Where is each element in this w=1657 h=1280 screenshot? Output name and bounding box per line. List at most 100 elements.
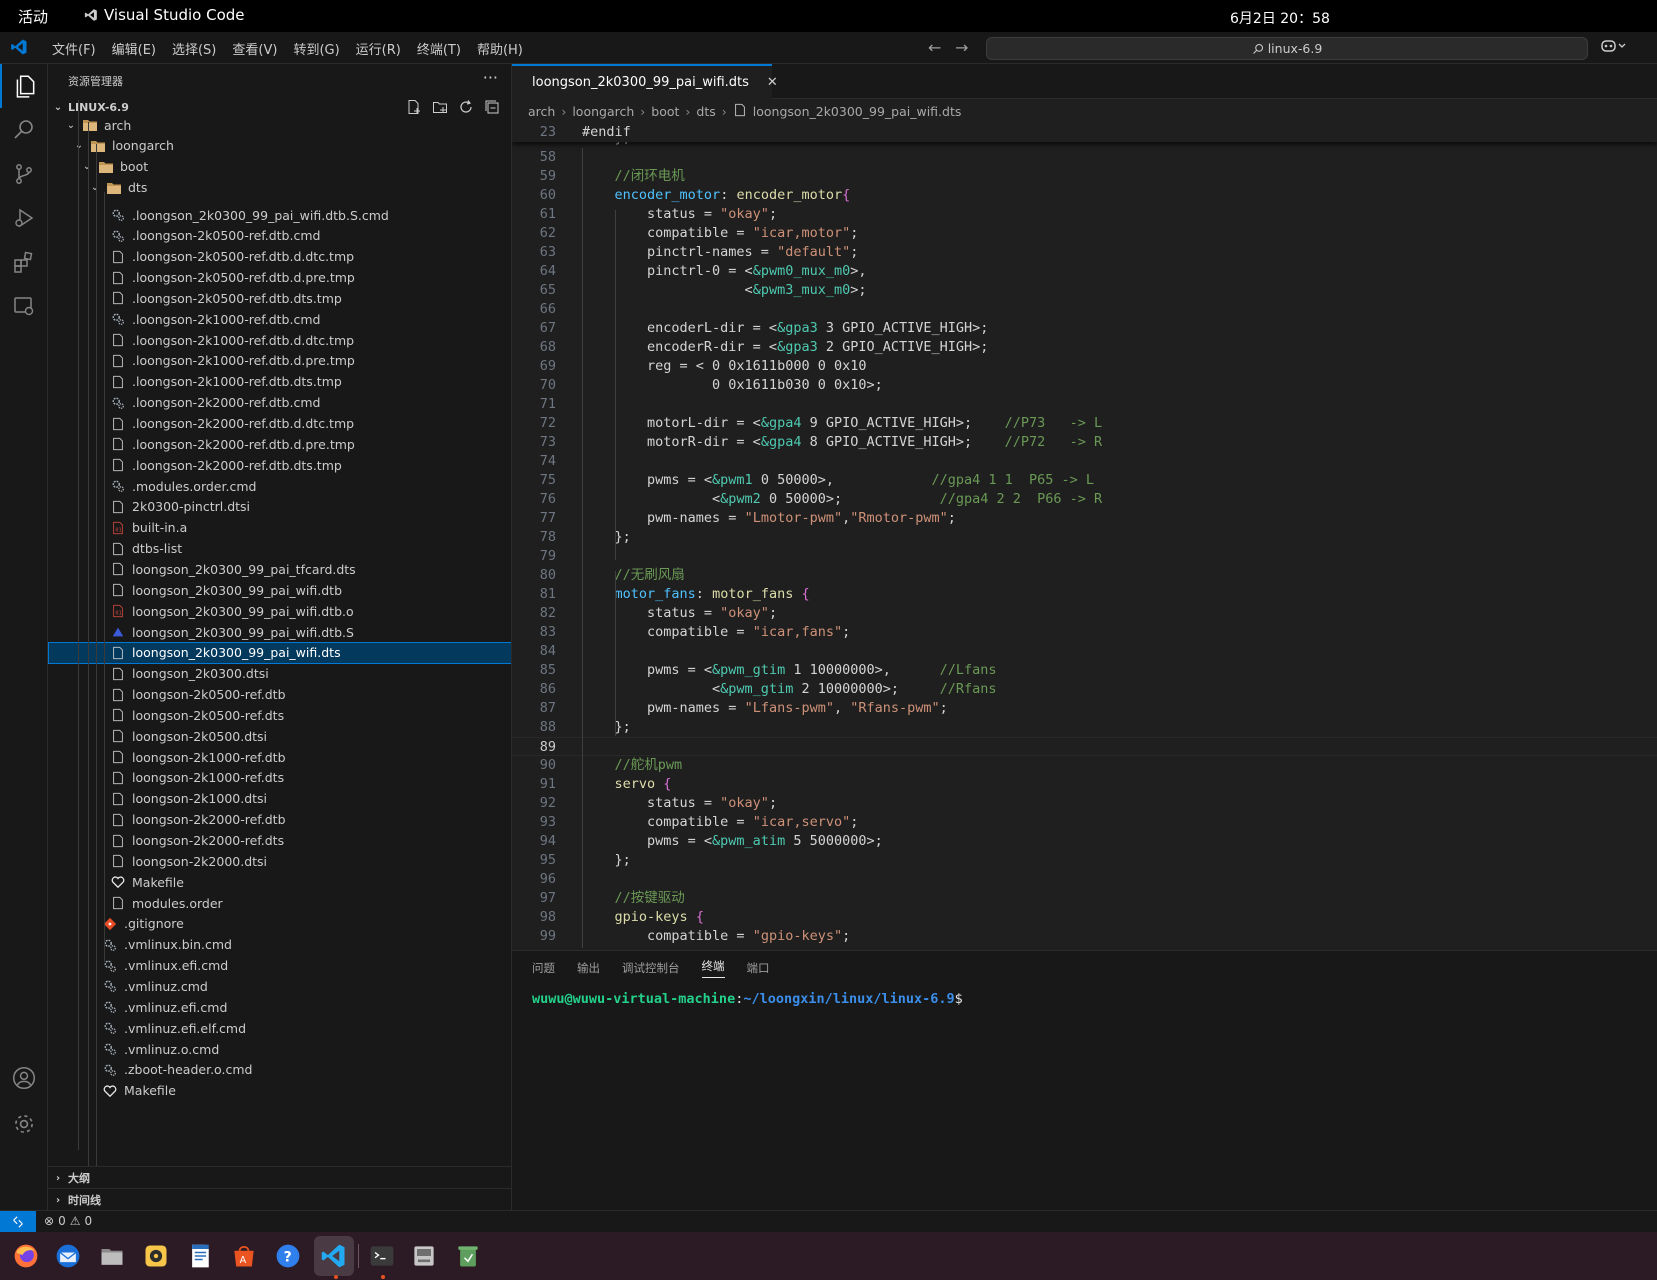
tree-item[interactable]: .loongson-2k0500-ref.dtb.dts.tmp [48,287,511,309]
code-line[interactable]: 60 encoder_motor: encoder_motor{ [512,186,1657,205]
code-line[interactable]: 87 pwm-names = "Lfans-pwm", "Rfans-pwm"; [512,699,1657,718]
tree-item[interactable]: .loongson_2k0300_99_pai_wifi.dtb.S.cmd [48,204,511,226]
menu-item[interactable]: 运行(R) [348,39,409,58]
tree-item[interactable]: loongson-2k0500-ref.dtb [48,684,511,706]
tree-item[interactable]: loongson-2k2000-ref.dts [48,830,511,852]
tree-item[interactable]: loongson_2k0300.dtsi [48,663,511,685]
tree-item[interactable]: loongson_2k0300_99_pai_wifi.dtb [48,579,511,601]
source-control-icon[interactable] [0,152,48,196]
tree-item[interactable]: .vmlinux.bin.cmd [48,934,511,956]
code-line[interactable]: 78 }; [512,528,1657,547]
refresh-icon[interactable] [458,99,474,115]
panel-tab[interactable]: 终端 [701,958,725,978]
folder-boot[interactable]: ⌄ boot [48,156,511,178]
outline-section[interactable]: › 大纲 [48,1166,511,1188]
tree-item[interactable]: .vmlinuz.o.cmd [48,1038,511,1060]
terminal[interactable]: wuwu@wuwu-virtual-machine:~/loongxin/lin… [532,991,963,1007]
code-line[interactable]: 90 //舵机pwm [512,756,1657,775]
tree-item[interactable]: .zboot-header.o.cmd [48,1059,511,1081]
code-editor[interactable]: 23#endif57 };5859 //闭环电机60 encoder_motor… [512,123,1657,950]
code-line[interactable]: 74 [512,452,1657,471]
tree-item[interactable]: Makefile [48,1080,511,1102]
tree-item[interactable]: loongson_2k0300_99_pai_wifi.dtb.S [48,621,511,643]
code-line[interactable]: 80 //无刷风扇 [512,566,1657,585]
back-arrow-icon[interactable]: ← [928,38,941,57]
collapse-all-icon[interactable] [484,99,500,115]
code-line[interactable]: 76 <&pwm2 0 50000>; //gpa4 2 2 P66 -> R [512,490,1657,509]
tree-item[interactable]: .vmlinuz.efi.cmd [48,996,511,1018]
menu-item[interactable]: 查看(V) [224,39,285,58]
tree-item[interactable]: loongson-2k1000-ref.dts [48,767,511,789]
code-line[interactable]: 77 pwm-names = "Lmotor-pwm","Rmotor-pwm"… [512,509,1657,528]
command-center[interactable]: linux-6.9 [986,37,1588,60]
tree-item[interactable]: .loongson-2k2000-ref.dtb.d.dtc.tmp [48,413,511,435]
manage-gear-icon[interactable] [0,1102,48,1146]
tree-item[interactable]: loongson-2k2000-ref.dtb [48,809,511,831]
code-line[interactable]: 93 compatible = "icar,servo"; [512,813,1657,832]
breadcrumb-item[interactable]: loongarch [572,104,634,119]
menu-item[interactable]: 文件(F) [44,39,104,58]
tree-item[interactable]: 2k0300-pinctrl.dtsi [48,496,511,518]
code-line[interactable]: 70 0 0x1611b030 0 0x10>; [512,376,1657,395]
code-line[interactable]: 58 [512,148,1657,167]
code-line[interactable]: 94 pwms = <&pwm_atim 5 5000000>; [512,832,1657,851]
tree-item[interactable]: Makefile [48,871,511,893]
forward-arrow-icon[interactable]: → [955,38,968,57]
menu-item[interactable]: 帮助(H) [469,39,531,58]
tree-item[interactable]: .gitignore [48,913,511,935]
code-line[interactable]: 63 pinctrl-names = "default"; [512,243,1657,262]
app-center-icon[interactable]: A [228,1240,260,1272]
code-line[interactable]: 99 compatible = "gpio-keys"; [512,927,1657,946]
folder-dts[interactable]: ⌄ dts [48,177,511,199]
clock[interactable]: 6月2日 20：58 [1230,8,1330,28]
tree-item[interactable]: .vmlinuz.cmd [48,975,511,997]
tree-item[interactable]: .loongson-2k1000-ref.dtb.dts.tmp [48,371,511,393]
code-line[interactable]: 66 [512,300,1657,319]
panel-tab[interactable]: 调试控制台 [622,960,680,976]
code-line[interactable]: 92 status = "okay"; [512,794,1657,813]
code-line[interactable]: 65 <&pwm3_mux_m0>; [512,281,1657,300]
code-line[interactable]: 79 [512,547,1657,566]
tree-item[interactable]: .loongson-2k0500-ref.dtb.d.dtc.tmp [48,246,511,268]
breadcrumb-item[interactable]: loongson_2k0300_99_pai_wifi.dts [753,104,962,119]
tree-item[interactable]: loongson_2k0300_99_pai_tfcard.dts [48,558,511,580]
code-line[interactable]: 85 pwms = <&pwm_gtim 1 10000000>, //Lfan… [512,661,1657,680]
firefox-icon[interactable] [10,1240,42,1272]
thunderbird-icon[interactable] [52,1240,84,1272]
panel-tab[interactable]: 端口 [747,960,770,976]
more-actions-icon[interactable]: ··· [483,68,498,87]
menu-item[interactable]: 选择(S) [164,39,224,58]
code-line[interactable]: 97 //按键驱动 [512,889,1657,908]
breadcrumb-item[interactable]: boot [651,104,679,119]
timeline-section[interactable]: › 时间线 [48,1188,511,1210]
new-folder-icon[interactable] [432,99,448,115]
tree-item[interactable]: 01 loongson_2k0300_99_pai_wifi.dtb.o [48,600,511,622]
tree-item[interactable]: loongson-2k1000.dtsi [48,788,511,810]
extensions-icon[interactable] [0,240,48,284]
tree-item[interactable]: .modules.order.cmd [48,475,511,497]
tree-item[interactable]: 01 built-in.a [48,517,511,539]
run-debug-icon[interactable] [0,196,48,240]
code-line[interactable]: 82 status = "okay"; [512,604,1657,623]
files-icon[interactable] [96,1240,128,1272]
code-line[interactable]: 96 [512,870,1657,889]
tree-item[interactable]: loongson-2k0500.dtsi [48,725,511,747]
menu-item[interactable]: 终端(T) [409,39,469,58]
tree-item[interactable]: dtbs-list [48,538,511,560]
new-file-icon[interactable] [406,99,422,115]
breadcrumb-item[interactable]: arch [528,104,555,119]
app-menu[interactable]: Visual Studio Code [84,6,245,24]
problems-indicator[interactable]: ⊗ 0 ⚠ 0 [44,1214,92,1228]
code-line[interactable]: 64 pinctrl-0 = <&pwm0_mux_m0>, [512,262,1657,281]
trash-icon[interactable] [452,1240,484,1272]
tree-item[interactable]: .loongson-2k1000-ref.dtb.d.dtc.tmp [48,329,511,351]
tree-item[interactable]: .loongson-2k2000-ref.dtb.cmd [48,392,511,414]
tree-item-selected[interactable]: loongson_2k0300_99_pai_wifi.dts [48,641,511,664]
panel-tab[interactable]: 问题 [532,960,555,976]
writer-icon[interactable] [184,1240,216,1272]
tree-item[interactable]: .loongson-2k2000-ref.dtb.d.pre.tmp [48,433,511,455]
code-line[interactable]: 61 status = "okay"; [512,205,1657,224]
code-line[interactable]: 62 compatible = "icar,motor"; [512,224,1657,243]
code-line[interactable]: 69 reg = < 0 0x1611b000 0 0x10 [512,357,1657,376]
code-line[interactable]: 95 }; [512,851,1657,870]
